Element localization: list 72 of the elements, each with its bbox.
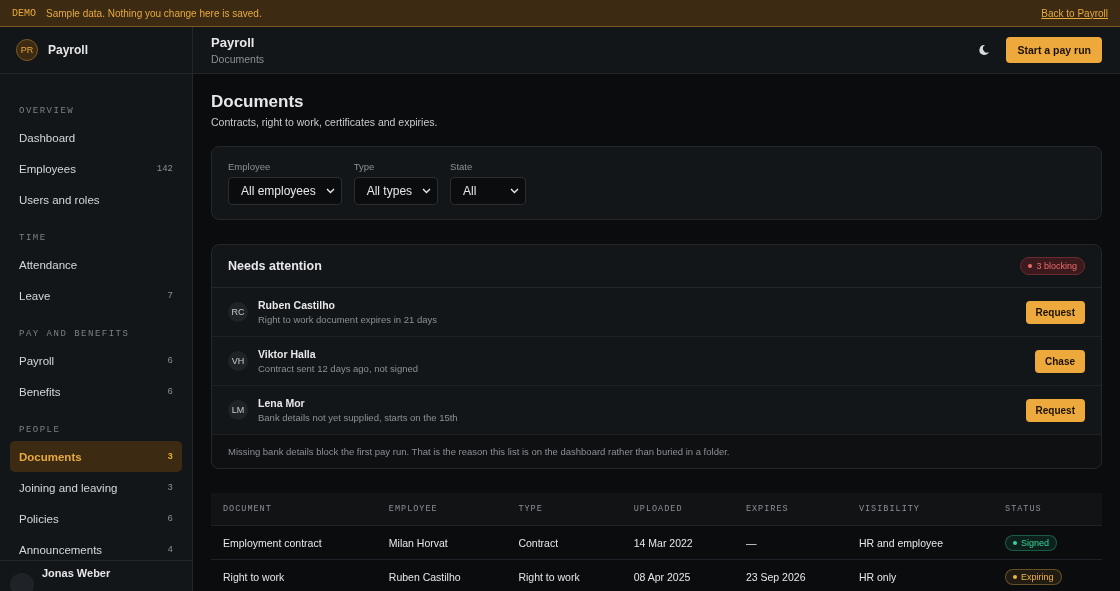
column-header: EMPLOYEE: [376, 493, 507, 526]
person-name: Ruben Castilho: [258, 299, 336, 311]
nav-item[interactable]: Employees 142: [10, 153, 182, 184]
brand-avatar: PR: [16, 39, 38, 61]
blocking-badge: 3 blocking: [1020, 257, 1085, 275]
table-cell: Right to work: [506, 559, 622, 591]
filter-label: State: [450, 161, 474, 172]
column-header: STATUS: [993, 493, 1102, 526]
action-button[interactable]: Request: [1025, 398, 1085, 422]
section-label: PEOPLE: [18, 424, 62, 437]
chevron-icon: [510, 188, 520, 194]
issue-detail: Right to work document expires in 21 days: [258, 314, 438, 325]
person-name: Lena Mor: [258, 397, 306, 409]
filter-select[interactable]: All types: [353, 177, 439, 205]
back-link[interactable]: Back to Payroll: [1041, 7, 1108, 19]
filter-select[interactable]: All: [450, 177, 527, 205]
table-cell: Right to work: [211, 559, 377, 591]
column-header: DOCUMENT: [211, 493, 377, 526]
app-title: Payroll: [211, 35, 256, 50]
section-label: TIME: [18, 232, 48, 245]
user-name: Jonas Weber: [42, 567, 111, 579]
person-avatar: VH: [228, 351, 248, 371]
nav-item[interactable]: Policies 6: [10, 503, 182, 534]
table-cell: Employment contract: [211, 525, 377, 560]
table-cell: 23 Sep 2026: [733, 559, 847, 591]
nav-item[interactable]: Payroll 6: [10, 345, 182, 376]
column-header: EXPIRES: [733, 493, 847, 526]
nav-item[interactable]: Leave 7: [10, 280, 182, 311]
demo-tag: DEMO: [12, 7, 36, 19]
nav-item[interactable]: Documents 3: [10, 441, 182, 472]
issue-detail: Contract sent 12 days ago, not signed: [258, 363, 420, 374]
nav-item[interactable]: Joining and leaving 3: [10, 472, 182, 503]
table-cell: 14 Mar 2022: [621, 525, 734, 560]
table-cell: —: [733, 525, 847, 560]
page-title: Documents: [211, 92, 305, 112]
action-button[interactable]: Chase: [1035, 349, 1085, 373]
page-subtitle: Contracts, right to work, certificates and expiries.: [211, 116, 439, 128]
issue-detail: Bank details not yet supplied, starts on the 15th: [258, 412, 459, 423]
banner-message: Sample data. Nothing you change here is saved.: [46, 7, 262, 19]
filter-label: Employee: [228, 161, 272, 172]
person-name: Viktor Halla: [258, 348, 317, 360]
person-avatar: LM: [228, 400, 248, 420]
chevron-icon: [325, 188, 335, 194]
nav-item[interactable]: Dashboard: [10, 122, 182, 153]
card-title: Needs attention: [228, 259, 322, 273]
person-avatar: RC: [228, 302, 248, 322]
column-header: VISIBILITY: [846, 493, 994, 526]
column-header: UPLOADED: [621, 493, 734, 526]
start-pay-run-button[interactable]: Start a pay run: [1006, 37, 1102, 63]
filter-label: Type: [353, 161, 376, 172]
table-cell: Ruben Castilho: [376, 559, 507, 591]
table-cell: HR only: [846, 559, 994, 591]
moon-icon[interactable]: [978, 44, 991, 56]
attention-note: Missing bank details block the first pay run. That is the reason this list is on the dashboard rather than buried in a folder.: [212, 435, 1101, 468]
column-header: TYPE: [506, 493, 622, 526]
nav-item[interactable]: Attendance: [10, 249, 182, 280]
nav-item[interactable]: Announcements 4: [10, 534, 182, 560]
brand-name: Payroll: [48, 43, 89, 57]
filter-select[interactable]: All employees: [228, 177, 342, 205]
table-cell: HR and employee: [846, 525, 994, 560]
status-badge: Expiring: [1005, 568, 1062, 585]
status-badge: Signed: [1005, 534, 1058, 551]
table-cell: Milan Horvat: [376, 525, 507, 560]
chevron-icon: [422, 188, 432, 194]
table-cell: Contract: [506, 525, 622, 560]
section-label: OVERVIEW: [18, 105, 76, 118]
breadcrumb: Documents: [211, 53, 265, 65]
table-cell: 08 Apr 2025: [621, 559, 734, 591]
nav-item[interactable]: Users and roles: [10, 184, 182, 215]
nav-item[interactable]: Benefits 6: [10, 376, 182, 407]
section-label: PAY AND BENEFITS: [18, 328, 131, 341]
action-button[interactable]: Request: [1025, 300, 1085, 324]
